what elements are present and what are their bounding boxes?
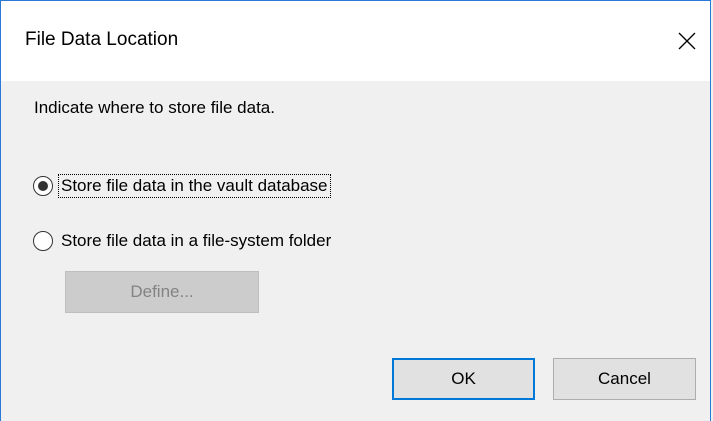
cancel-button[interactable]: Cancel [553, 358, 696, 400]
option-vault-database-label[interactable]: Store file data in the vault database [58, 174, 331, 198]
close-icon [678, 32, 696, 50]
define-button[interactable]: Define... [65, 271, 259, 313]
instruction-text: Indicate where to store file data. [34, 98, 275, 117]
title-bar: File Data Location [1, 1, 710, 81]
radio-vault-database[interactable] [33, 176, 53, 196]
close-button[interactable] [664, 19, 710, 63]
dialog-title: File Data Location [25, 29, 179, 50]
ok-button[interactable]: OK [392, 358, 535, 400]
option-file-system-folder-label[interactable]: Store file data in a file-system folder [59, 230, 333, 252]
option-vault-database[interactable]: Store file data in the vault database [33, 173, 331, 199]
file-data-location-dialog: File Data Location Indicate where to sto… [0, 0, 711, 421]
option-file-system-folder[interactable]: Store file data in a file-system folder [33, 228, 333, 254]
radio-file-system-folder[interactable] [33, 231, 53, 251]
